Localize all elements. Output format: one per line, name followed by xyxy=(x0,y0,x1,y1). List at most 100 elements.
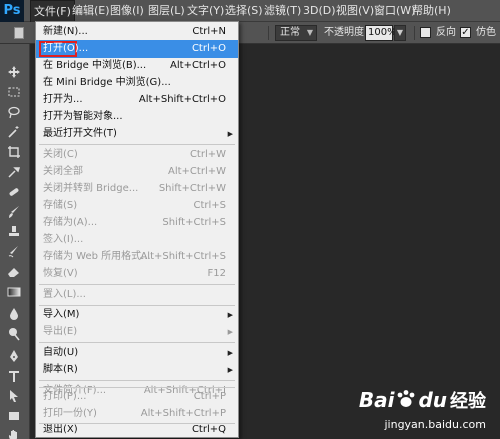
menu-item-check-in[interactable]: 签入(I)... xyxy=(36,231,238,249)
blend-mode-select[interactable]: 正常 ▼ xyxy=(275,25,317,41)
menu-window[interactable]: 窗口(W) xyxy=(374,0,415,22)
menu-item-label: 打开(O)... xyxy=(43,42,89,54)
opacity-input[interactable]: 100% xyxy=(365,25,397,41)
path-selection-tool-icon[interactable] xyxy=(4,388,24,404)
menu-item-label: 自动(U) xyxy=(43,347,79,359)
tool-preset-picker[interactable] xyxy=(14,27,24,39)
dodge-tool-icon[interactable] xyxy=(4,326,24,342)
menu-help[interactable]: 帮助(H) xyxy=(412,0,451,22)
menu-item-label: 关闭全部 xyxy=(43,165,83,177)
healing-brush-tool-icon[interactable] xyxy=(4,184,24,200)
menu-item-open-as[interactable]: 打开为... Alt+Shift+Ctrl+O xyxy=(36,91,238,109)
file-menu-dropdown: 新建(N)... Ctrl+N 打开(O)... Ctrl+O 在 Bridge 中… xyxy=(35,21,239,438)
brush-tool-icon[interactable] xyxy=(4,204,24,220)
menu-item-shortcut: Shift+Ctrl+W xyxy=(158,182,226,194)
watermark-cn: 经验 xyxy=(450,391,486,412)
clone-stamp-tool-icon[interactable] xyxy=(4,224,24,240)
magic-wand-tool-icon[interactable] xyxy=(4,124,24,140)
reverse-label: 反向 xyxy=(436,27,456,38)
menu-item-print[interactable]: 打印(P)... Ctrl+P xyxy=(36,389,238,405)
menu-item-shortcut: Ctrl+Q xyxy=(191,424,226,435)
crop-tool-icon[interactable] xyxy=(4,144,24,160)
menu-item-shortcut: Alt+Shift+Ctrl+P xyxy=(140,408,226,419)
menu-divider xyxy=(39,423,235,424)
menu-item-shortcut: Alt+Ctrl+W xyxy=(168,165,226,177)
type-tool-icon[interactable] xyxy=(4,368,24,384)
menu-item-save-as[interactable]: 存储为(A)... Shift+Ctrl+S xyxy=(36,214,238,232)
lasso-tool-icon[interactable] xyxy=(4,104,24,120)
menu-3d[interactable]: 3D(D) xyxy=(303,0,336,22)
dither-label: 仿色 xyxy=(476,27,496,38)
menu-item-browse-mini-bridge[interactable]: 在 Mini Bridge 中浏览(G)... xyxy=(36,74,238,92)
menu-item-label: 关闭并转到 Bridge... xyxy=(43,182,139,194)
menu-item-shortcut: Alt+Ctrl+O xyxy=(170,59,226,71)
hand-tool-icon[interactable] xyxy=(4,428,24,439)
menu-item-close[interactable]: 关闭(C) Ctrl+W xyxy=(36,146,238,164)
watermark-url: jingyan.baidu.com xyxy=(384,418,486,431)
menu-item-exit[interactable]: 退出(X) Ctrl+Q xyxy=(36,422,238,438)
menu-item-shortcut: Ctrl+S xyxy=(193,199,226,211)
menu-view[interactable]: 视图(V) xyxy=(336,0,374,22)
menu-edit[interactable]: 编辑(E) xyxy=(72,0,110,22)
menu-layer[interactable]: 图层(L) xyxy=(148,0,185,22)
menu-item-export[interactable]: 导出(E) ▶ xyxy=(36,323,238,341)
submenu-arrow-icon: ▶ xyxy=(227,328,233,337)
menu-item-place[interactable]: 置入(L)... xyxy=(36,286,238,304)
submenu-arrow-icon: ▶ xyxy=(227,130,233,138)
blur-tool-icon[interactable] xyxy=(4,306,24,322)
gradient-tool-icon[interactable] xyxy=(4,284,24,300)
menu-item-label: 打印(P)... xyxy=(43,391,87,402)
menu-item-shortcut: Alt+Shift+Ctrl+O xyxy=(138,93,226,105)
eraser-tool-icon[interactable] xyxy=(4,264,24,280)
reverse-checkbox[interactable] xyxy=(420,27,431,38)
chevron-down-icon: ▼ xyxy=(306,28,313,37)
separator xyxy=(414,26,415,40)
menu-item-shortcut: Ctrl+N xyxy=(192,25,226,37)
menu-item-browse-bridge[interactable]: 在 Bridge 中浏览(B)... Alt+Ctrl+O xyxy=(36,57,238,75)
menu-item-recent-files[interactable]: 最近打开文件(T) ▶ xyxy=(36,125,238,143)
marquee-tool-icon[interactable] xyxy=(4,84,24,100)
shape-tool-icon[interactable] xyxy=(4,408,24,424)
paw-icon xyxy=(398,390,415,407)
pen-tool-icon[interactable] xyxy=(4,348,24,364)
opacity-label: 不透明度: xyxy=(324,27,368,38)
menu-item-automate[interactable]: 自动(U) ▶ xyxy=(36,344,238,362)
menu-item-shortcut: Ctrl+P xyxy=(193,391,226,402)
dither-checkbox[interactable]: ✓ xyxy=(460,27,471,38)
menu-item-revert[interactable]: 恢复(V) F12 xyxy=(36,265,238,283)
move-tool-icon[interactable] xyxy=(4,64,24,80)
menu-divider xyxy=(39,387,235,388)
menu-item-label: 置入(L)... xyxy=(43,288,86,300)
menu-item-label: 存储为 Web 所用格式... xyxy=(43,250,151,262)
menu-item-label: 退出(X) xyxy=(43,424,78,435)
menu-item-label: 打印一份(Y) xyxy=(43,408,97,419)
menu-item-label: 存储为(A)... xyxy=(43,216,98,228)
menu-item-close-all[interactable]: 关闭全部 Alt+Ctrl+W xyxy=(36,163,238,181)
menu-item-open-smart-object[interactable]: 打开为智能对象... xyxy=(36,108,238,126)
menu-item-open[interactable]: 打开(O)... Ctrl+O xyxy=(36,39,238,58)
menu-item-new[interactable]: 新建(N)... Ctrl+N xyxy=(36,23,238,41)
menu-filter[interactable]: 滤镜(T) xyxy=(264,0,301,22)
menu-select[interactable]: 选择(S) xyxy=(225,0,263,22)
menu-file[interactable]: 文件(F) xyxy=(30,0,75,22)
watermark-brand: Bai xyxy=(358,388,395,412)
menu-image[interactable]: 图像(I) xyxy=(110,0,144,22)
menu-divider xyxy=(39,283,235,285)
submenu-arrow-icon: ▶ xyxy=(227,349,233,358)
history-brush-tool-icon[interactable] xyxy=(4,244,24,260)
menu-item-scripts[interactable]: 脚本(R) ▶ xyxy=(36,361,238,379)
menu-item-save-for-web[interactable]: 存储为 Web 所用格式... Alt+Shift+Ctrl+S xyxy=(36,248,238,266)
eyedropper-tool-icon[interactable] xyxy=(4,164,24,180)
menu-item-print-one[interactable]: 打印一份(Y) Alt+Shift+Ctrl+P xyxy=(36,406,238,422)
menu-item-label: 在 Bridge 中浏览(B)... xyxy=(43,59,147,71)
menu-item-label: 打开为智能对象... xyxy=(43,110,123,122)
menu-item-label: 导出(E) xyxy=(43,326,78,338)
menu-item-import[interactable]: 导入(M) ▶ xyxy=(36,306,238,324)
opacity-dropdown-icon[interactable]: ▼ xyxy=(394,25,406,41)
tools-panel xyxy=(0,44,30,439)
menu-divider xyxy=(39,380,235,382)
menu-type[interactable]: 文字(Y) xyxy=(187,0,224,22)
menu-item-save[interactable]: 存储(S) Ctrl+S xyxy=(36,197,238,215)
menu-divider xyxy=(39,342,235,344)
menu-item-close-go-bridge[interactable]: 关闭并转到 Bridge... Shift+Ctrl+W xyxy=(36,180,238,198)
